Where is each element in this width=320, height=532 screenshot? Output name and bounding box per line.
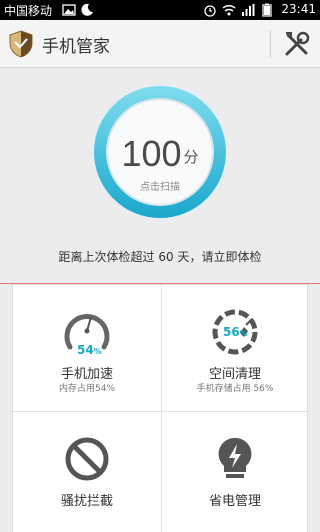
signal-icon (242, 4, 255, 16)
carrier-label: 中国移动 (4, 4, 53, 18)
tile-power-saving[interactable]: 省电管理 (161, 412, 309, 532)
tile-label-block: 骚扰拦截 (60, 494, 113, 509)
image-notification-icon (62, 4, 76, 16)
tile-space-clean[interactable]: 56% 空间清理 手机存储占用 56% (161, 285, 309, 411)
tile-label-clean: 空间清理 (208, 367, 261, 382)
clean-percent: 56% (223, 325, 248, 339)
app-bar: 手机管家 (0, 20, 320, 68)
tools-icon[interactable] (282, 29, 312, 59)
wifi-icon (222, 4, 236, 16)
score-display: 100 分 (90, 133, 230, 175)
speedup-percent: 54% (77, 343, 102, 357)
moon-icon (81, 3, 93, 16)
tile-label-speedup: 手机加速 (60, 367, 113, 382)
block-icon (65, 437, 109, 481)
shield-logo-icon (9, 30, 33, 58)
tile-phone-speedup[interactable]: 54% 手机加速 内存占用54% (13, 285, 161, 411)
appbar-divider (270, 30, 271, 58)
score-unit: 分 (183, 148, 199, 166)
feature-grid: 54% 手机加速 内存占用54% 56% 空间清理 手机存储占用 56% 骚扰拦… (12, 284, 309, 532)
score-value: 100 (121, 133, 182, 174)
tile-harassment-block[interactable]: 骚扰拦截 (13, 412, 161, 532)
lightbulb-bolt-icon (218, 437, 252, 478)
tile-sub-speedup: 内存占用54% (58, 384, 115, 394)
status-bar: 中国移动 23:41 (0, 0, 320, 20)
clock: 23:41 (281, 2, 316, 16)
status-right-icons (203, 3, 274, 17)
alarm-icon (204, 5, 216, 17)
app-title: 手机管家 (42, 37, 110, 57)
scan-hint[interactable]: 点击扫描 (90, 178, 230, 193)
checkup-notice: 距离上次体检超过 60 天，请立即体检 (58, 250, 262, 264)
tile-label-power: 省电管理 (208, 494, 261, 509)
battery-icon (262, 3, 272, 17)
status-left-icons (62, 3, 94, 17)
tile-sub-clean: 手机存储占用 56% (196, 384, 274, 394)
